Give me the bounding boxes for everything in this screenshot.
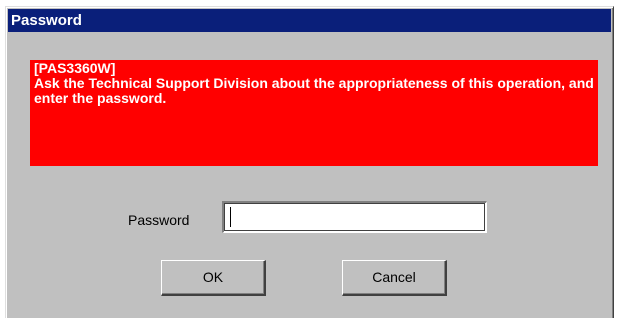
cancel-button[interactable]: Cancel xyxy=(342,260,447,296)
dialog-title: Password xyxy=(11,12,82,29)
ok-button[interactable]: OK xyxy=(161,260,266,296)
error-message-panel: [PAS3360W] Ask the Technical Support Div… xyxy=(30,60,598,166)
text-caret xyxy=(230,207,231,227)
password-input[interactable] xyxy=(222,201,487,233)
password-label: Password xyxy=(128,212,190,228)
dialog-titlebar: Password xyxy=(8,9,611,32)
error-message: Ask the Technical Support Division about… xyxy=(34,75,594,106)
error-code: [PAS3360W] xyxy=(34,60,116,76)
password-dialog: Password [PAS3360W] Ask the Technical Su… xyxy=(5,6,614,318)
